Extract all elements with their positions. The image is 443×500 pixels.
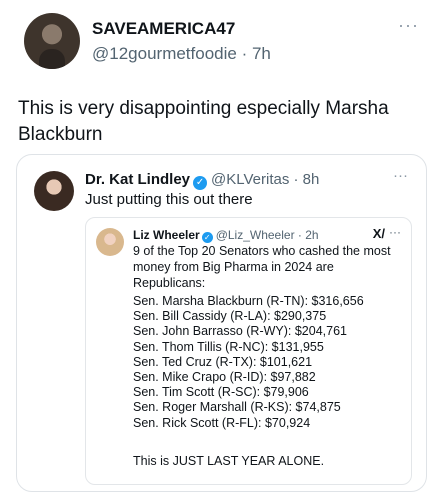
embedded-author-name: Liz Wheeler — [133, 228, 200, 242]
tweet-text: This is very disappointing especially Ma… — [18, 98, 389, 145]
embedded-post-image[interactable]: Liz Wheeler ✓ @Liz_Wheeler · 2h X/ ··· 9 o… — [85, 217, 412, 485]
quoted-author-handle-time: @KLVeritas · 8h — [211, 171, 320, 188]
senator-line: Sen. Rick Scott (R-FL): $70,924 — [133, 415, 311, 430]
quoted-more-options-icon[interactable]: ··· — [393, 167, 408, 184]
embedded-intro-text: 9 of the Top 20 Senators who cashed the … — [133, 244, 391, 290]
senator-line: Sen. Ted Cruz (R-TX): $101,621 — [133, 354, 313, 369]
senator-line: Sen. Roger Marshall (R-KS): $74,875 — [133, 400, 341, 415]
author-avatar[interactable] — [24, 13, 80, 69]
quoted-tweet-text: Just putting this out there — [85, 191, 253, 208]
verified-badge-icon: ✓ — [193, 176, 208, 190]
senator-line: Sen. John Barrasso (R-WY): $204,761 — [133, 324, 347, 339]
embedded-footer-text: This is JUST LAST YEAR ALONE. — [133, 454, 325, 468]
embedded-author-avatar — [96, 228, 124, 256]
quoted-author-name: Dr. Kat Lindley — [85, 171, 191, 188]
senator-line: Sen. Marsha Blackburn (R-TN): $316,656 — [133, 294, 364, 308]
quoted-tweet-card[interactable]: Dr. Kat Lindley ✓ @KLVeritas · 8h ··· Just… — [16, 154, 427, 492]
senator-list: Sen. Marsha Blackburn (R-TN): $316,656 S… — [133, 294, 364, 431]
embedded-more-options-icon: ··· — [389, 225, 401, 239]
author-handle-time[interactable]: @12gourmetfoodie · 7h — [92, 44, 271, 64]
senator-line: Sen. Mike Crapo (R-ID): $97,882 — [133, 370, 316, 385]
embedded-author-line: Liz Wheeler ✓ @Liz_Wheeler · 2h — [133, 228, 319, 243]
senator-line: Sen. Bill Cassidy (R-LA): $290,375 — [133, 309, 327, 324]
more-options-icon[interactable]: ··· — [398, 15, 419, 36]
quoted-author-line[interactable]: Dr. Kat Lindley ✓ @KLVeritas · 8h — [85, 171, 319, 190]
author-name[interactable]: SAVEAMERICA47 — [92, 19, 235, 39]
quoted-author-avatar[interactable] — [34, 171, 74, 211]
senator-line: Sen. Tim Scott (R-SC): $79,906 — [133, 385, 309, 400]
embedded-author-handle-time: @Liz_Wheeler · 2h — [215, 228, 319, 242]
embedded-verified-badge-icon: ✓ — [201, 232, 213, 243]
grok-icon: X/ — [372, 226, 385, 241]
senator-line: Sen. Thom Tillis (R-NC): $131,955 — [133, 339, 324, 354]
